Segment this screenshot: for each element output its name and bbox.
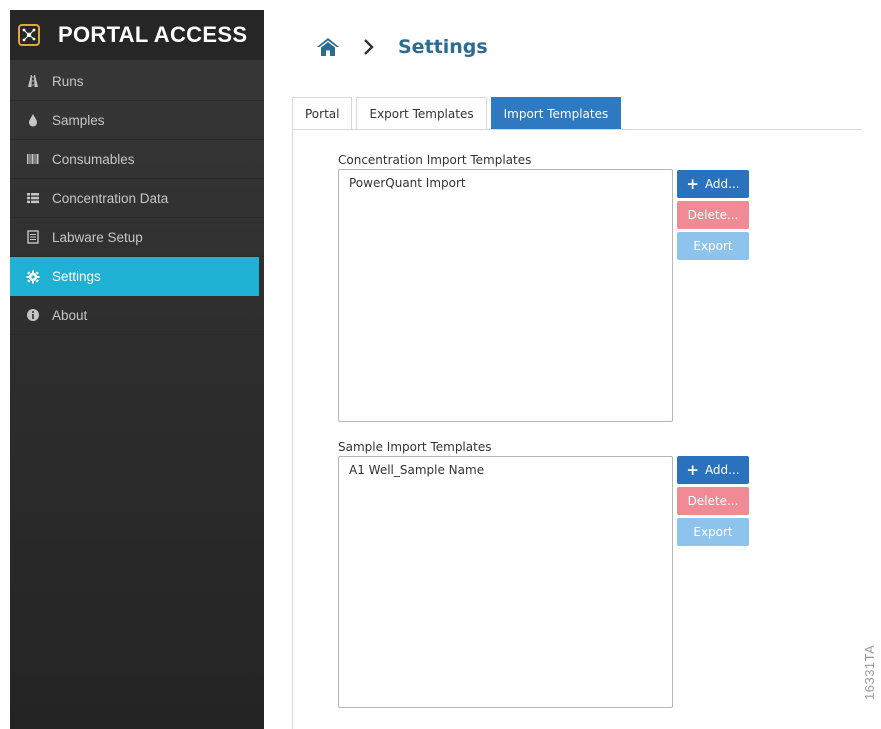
sidebar-item-consumables[interactable]: Consumables bbox=[10, 140, 264, 179]
document-icon bbox=[26, 230, 40, 244]
list-icon bbox=[26, 191, 40, 205]
sample-add-button[interactable]: + Add... bbox=[677, 456, 749, 484]
sidebar-item-label: Samples bbox=[52, 112, 105, 128]
sidebar-nav: Runs Samples Consumables Concentration D… bbox=[10, 62, 264, 335]
breadcrumb: Settings bbox=[316, 36, 488, 58]
plus-icon: + bbox=[686, 174, 699, 193]
tab-portal[interactable]: Portal bbox=[292, 97, 353, 129]
concentration-add-button[interactable]: + Add... bbox=[677, 170, 749, 198]
portal-logo-icon bbox=[18, 24, 40, 46]
barcode-icon bbox=[26, 152, 40, 166]
brand-header[interactable]: PORTAL ACCESS bbox=[10, 10, 264, 60]
sidebar-item-label: Concentration Data bbox=[52, 190, 169, 206]
sidebar-item-runs[interactable]: Runs bbox=[10, 62, 264, 101]
droplet-icon bbox=[26, 113, 40, 127]
sidebar-item-settings[interactable]: Settings bbox=[10, 257, 259, 296]
plus-icon: + bbox=[686, 460, 699, 479]
sidebar-item-samples[interactable]: Samples bbox=[10, 101, 264, 140]
sample-export-button[interactable]: Export bbox=[677, 518, 749, 546]
tab-import-templates[interactable]: Import Templates bbox=[490, 97, 622, 129]
sample-templates-label: Sample Import Templates bbox=[338, 440, 492, 454]
info-icon bbox=[26, 308, 40, 322]
tab-bar: Portal Export Templates Import Templates bbox=[292, 96, 862, 130]
tab-export-templates[interactable]: Export Templates bbox=[356, 97, 487, 129]
home-icon[interactable] bbox=[316, 36, 340, 58]
sidebar-item-label: Runs bbox=[52, 73, 84, 89]
chevron-right-icon bbox=[362, 36, 376, 58]
sample-templates-list[interactable]: A1 Well_Sample Name bbox=[338, 456, 673, 708]
concentration-templates-label: Concentration Import Templates bbox=[338, 153, 532, 167]
list-item[interactable]: PowerQuant Import bbox=[349, 176, 662, 190]
sample-delete-button[interactable]: Delete... bbox=[677, 487, 749, 515]
sidebar-item-label: Settings bbox=[52, 269, 101, 284]
road-icon bbox=[26, 74, 40, 88]
sidebar-item-label: Labware Setup bbox=[52, 229, 143, 245]
list-item[interactable]: A1 Well_Sample Name bbox=[349, 463, 662, 477]
brand-title: PORTAL ACCESS bbox=[58, 22, 248, 47]
sidebar: PORTAL ACCESS Runs Samples Consumables C… bbox=[10, 10, 264, 729]
add-button-label: Add... bbox=[704, 177, 740, 191]
concentration-export-button[interactable]: Export bbox=[677, 232, 749, 260]
main-content: Settings Portal Export Templates Import … bbox=[264, 0, 881, 729]
sidebar-item-labware-setup[interactable]: Labware Setup bbox=[10, 218, 264, 257]
tab-panel-border bbox=[292, 129, 293, 729]
concentration-templates-list[interactable]: PowerQuant Import bbox=[338, 169, 673, 422]
gear-icon bbox=[26, 270, 40, 284]
concentration-delete-button[interactable]: Delete... bbox=[677, 201, 749, 229]
add-button-label: Add... bbox=[704, 463, 740, 477]
sidebar-item-about[interactable]: About bbox=[10, 296, 264, 335]
page-title: Settings bbox=[398, 36, 488, 58]
figure-id-watermark: 16331TA bbox=[862, 644, 877, 700]
sidebar-item-label: Consumables bbox=[52, 151, 135, 167]
sidebar-item-concentration-data[interactable]: Concentration Data bbox=[10, 179, 264, 218]
sidebar-item-label: About bbox=[52, 307, 88, 323]
